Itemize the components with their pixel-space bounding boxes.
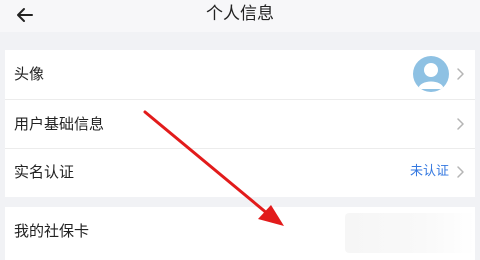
social-card-group: 我的社保卡 — [5, 207, 475, 260]
real-name-row-label: 实名认证 — [14, 163, 75, 181]
page-title: 个人信息 — [206, 4, 274, 24]
profile-info-group: 头像 用户基础信息 实名认证 未认证 — [5, 50, 475, 197]
default-user-avatar-icon — [413, 56, 449, 92]
chevron-right-icon — [457, 166, 464, 178]
social-card-row-label: 我的社保卡 — [14, 222, 90, 240]
avatar-row-label: 头像 — [14, 65, 45, 83]
chevron-right-icon — [457, 118, 464, 130]
basic-info-row[interactable]: 用户基础信息 — [5, 100, 475, 148]
verification-status: 未认证 — [409, 164, 449, 179]
avatar-row[interactable]: 头像 — [5, 50, 475, 99]
blurred-value — [345, 213, 475, 253]
top-bar: 个人信息 — [0, 0, 480, 32]
real-name-verification-row[interactable]: 实名认证 未认证 — [5, 149, 475, 197]
chevron-right-icon — [457, 68, 464, 80]
basic-info-row-label: 用户基础信息 — [14, 115, 105, 133]
social-card-row[interactable]: 我的社保卡 — [5, 207, 475, 260]
